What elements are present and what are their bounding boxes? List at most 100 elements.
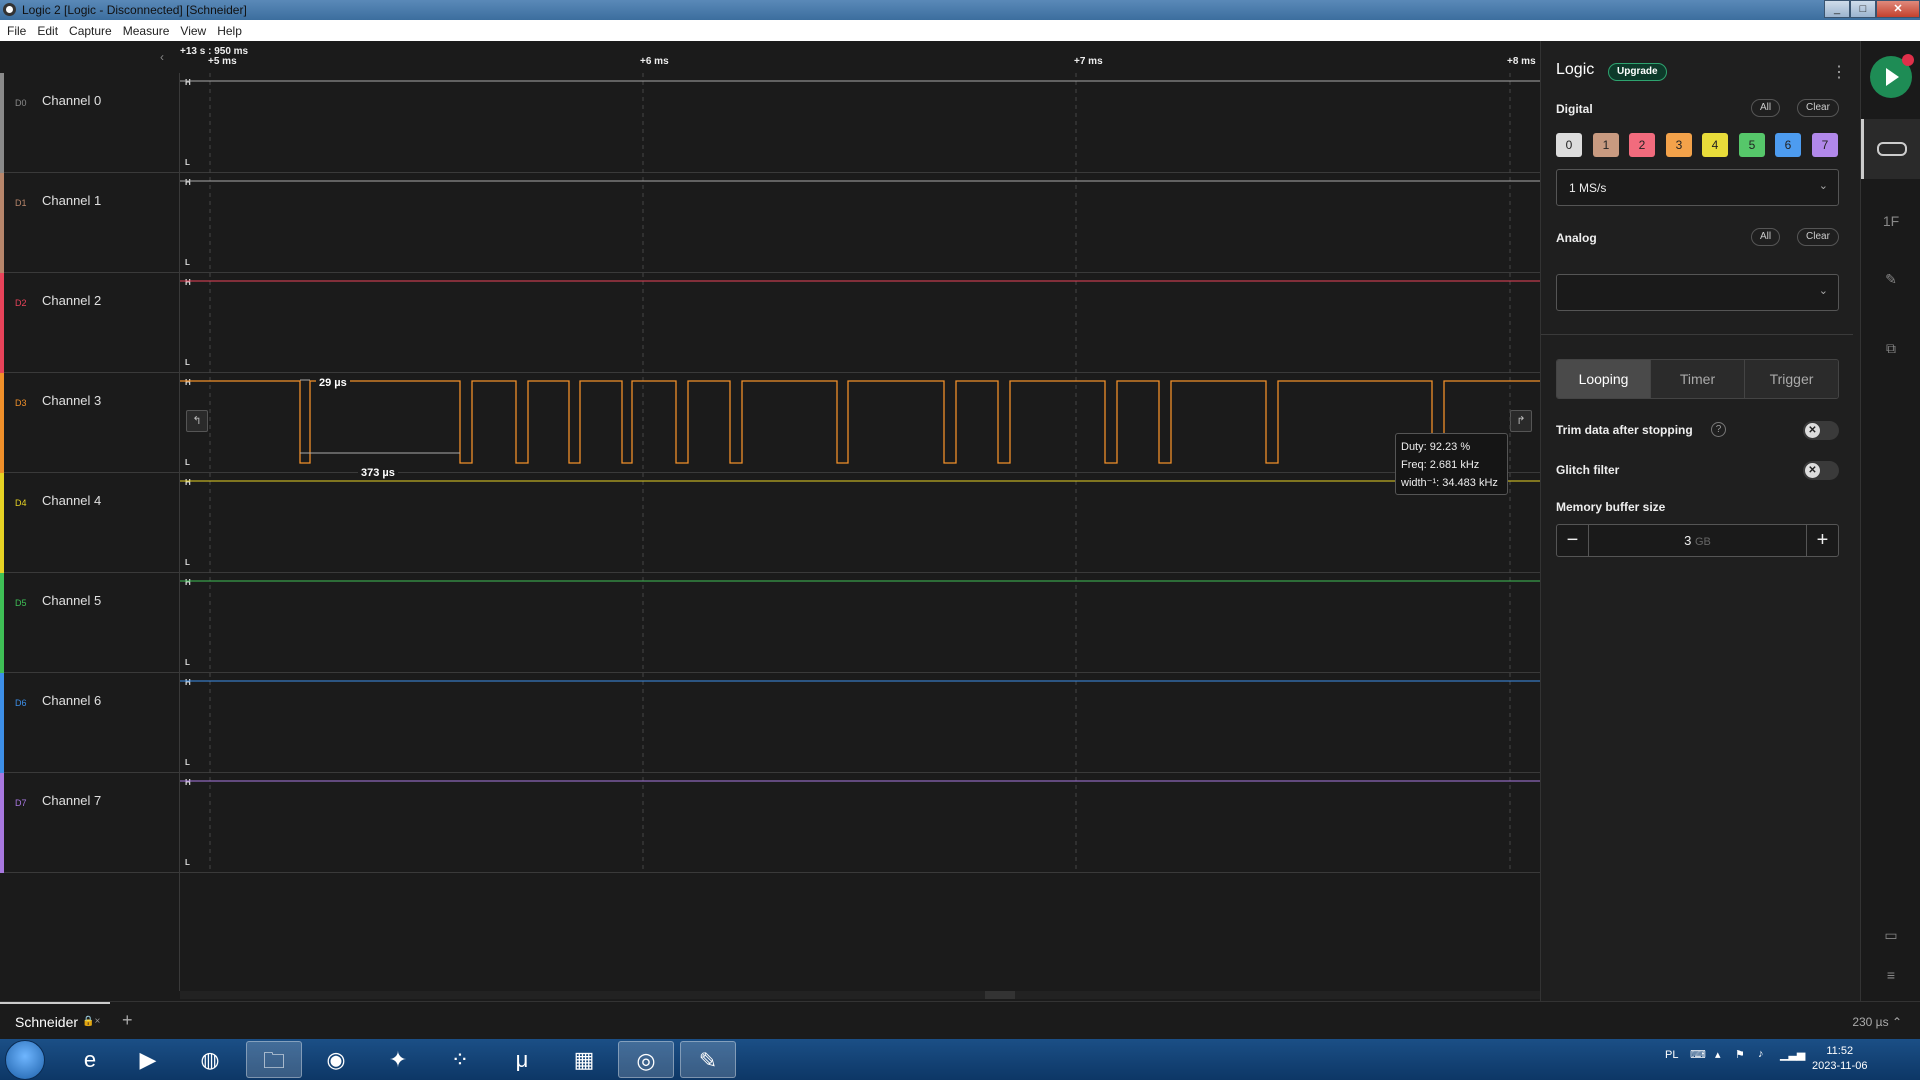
paint-icon[interactable]: ✎ (680, 1041, 736, 1078)
channel-id: D7 (15, 798, 27, 808)
tab-looping[interactable]: Looping (1557, 360, 1651, 398)
digital-channel-2[interactable]: 2 (1629, 133, 1655, 157)
zoom-level[interactable]: 230 µs ⌃ (1852, 1015, 1902, 1029)
waveform-area[interactable]: ‹ +13 s : 950 ms +5 ms +6 ms +7 ms +8 ms… (0, 41, 1540, 1001)
channel-name[interactable]: Channel 7 (42, 793, 101, 808)
trim-data-toggle[interactable]: ✕ (1803, 421, 1839, 440)
chevron-down-icon: ⌄ (1818, 285, 1828, 297)
network-icon[interactable]: ◍ (182, 1041, 238, 1078)
digital-channel-3[interactable]: 3 (1666, 133, 1692, 157)
digital-channel-4[interactable]: 4 (1702, 133, 1728, 157)
period-label: 373 µs (358, 467, 398, 479)
analog-sample-rate-select[interactable]: ⌄ (1556, 274, 1839, 311)
digital-sample-rate-select[interactable]: 1 MS/s ⌄ (1556, 169, 1839, 206)
channel-name[interactable]: Channel 2 (42, 293, 101, 308)
increase-buffer-button[interactable]: + (1806, 525, 1838, 556)
clock[interactable]: 11:52 2023-11-06 (1812, 1044, 1867, 1074)
horizontal-scrollbar[interactable] (180, 991, 1540, 999)
channel-color-bar (0, 73, 4, 173)
channel-color-bar (0, 173, 4, 273)
channel-name[interactable]: Channel 5 (42, 593, 101, 608)
session-tab-bar: Schneider 🔒× + 230 µs ⌃ (0, 1001, 1920, 1039)
memory-buffer-value[interactable]: 3 GB (1557, 533, 1838, 548)
menu-file[interactable]: File (7, 24, 26, 38)
dots-app-icon[interactable]: ⁘ (432, 1041, 488, 1078)
channel-color-bar (0, 473, 4, 573)
channel-name[interactable]: Channel 4 (42, 493, 101, 508)
ruler-icon[interactable]: ✎ (1879, 267, 1903, 291)
channel-label[interactable]: D4 Channel 4 (0, 473, 180, 573)
channel-label[interactable]: D1 Channel 1 (0, 173, 180, 273)
hamburger-icon[interactable]: ≡ (1879, 963, 1903, 987)
channel-id: D6 (15, 698, 27, 708)
media-player-icon[interactable]: ▶ (120, 1041, 176, 1078)
channel-label[interactable]: D2 Channel 2 (0, 273, 180, 373)
help-icon[interactable]: ? (1711, 422, 1726, 437)
tray-expand-icon[interactable]: ▴ (1715, 1048, 1721, 1061)
signal-icon[interactable]: ▁▃▅ (1780, 1048, 1805, 1061)
channel-label[interactable]: D5 Channel 5 (0, 573, 180, 673)
channel-label[interactable]: D7 Channel 7 (0, 773, 180, 873)
file-explorer-icon[interactable]: 🗀 (246, 1041, 302, 1078)
channel-label[interactable]: D0 Channel 0 (0, 73, 180, 173)
menu-bar: File Edit Capture Measure View Help (0, 20, 1920, 41)
channel-name[interactable]: Channel 6 (42, 693, 101, 708)
chat-icon[interactable]: ▭ (1879, 923, 1903, 947)
digital-channel-7[interactable]: 7 (1812, 133, 1838, 157)
analyzers-icon[interactable]: 1F (1879, 209, 1903, 233)
more-options-icon[interactable]: ⋮ (1831, 62, 1847, 82)
upgrade-button[interactable]: Upgrade (1608, 63, 1667, 81)
menu-measure[interactable]: Measure (123, 24, 170, 38)
digital-all-button[interactable]: All (1751, 99, 1781, 117)
language-indicator[interactable]: PL (1665, 1049, 1678, 1061)
channel-label[interactable]: D6 Channel 6 (0, 673, 180, 773)
channel-name[interactable]: Channel 3 (42, 393, 101, 408)
channel-color-bar (0, 773, 4, 873)
add-session-button[interactable]: + (122, 1010, 133, 1031)
digital-channel-1[interactable]: 1 (1593, 133, 1619, 157)
volume-icon[interactable]: ♪ (1758, 1048, 1764, 1060)
analog-all-button[interactable]: All (1751, 228, 1781, 246)
logic-taskbar-icon[interactable]: ◎ (618, 1041, 674, 1078)
digital-clear-button[interactable]: Clear (1797, 99, 1839, 117)
video-app-icon[interactable]: ▦ (556, 1041, 612, 1078)
channel-name[interactable]: Channel 1 (42, 193, 101, 208)
menu-edit[interactable]: Edit (37, 24, 58, 38)
play-icon (1886, 68, 1899, 86)
digital-channel-0[interactable]: 0 (1556, 133, 1582, 157)
chrome-icon[interactable]: ◉ (308, 1041, 364, 1078)
maximize-button[interactable]: □ (1850, 0, 1876, 18)
memory-buffer-stepper[interactable]: − 3 GB + (1556, 524, 1839, 557)
mu-editor-icon[interactable]: μ (494, 1041, 550, 1078)
flag-icon[interactable]: ⚑ (1735, 1048, 1745, 1061)
channel-name[interactable]: Channel 0 (42, 93, 101, 108)
device-settings-panel: Logic Upgrade ⋮ Digital All Clear 0 1 2 … (1540, 41, 1860, 1001)
glitch-filter-label: Glitch filter (1556, 463, 1620, 477)
device-settings-tab[interactable] (1861, 119, 1920, 179)
digital-channel-6[interactable]: 6 (1775, 133, 1801, 157)
close-button[interactable]: ✕ (1876, 0, 1920, 18)
sample-rate-value: 1 MS/s (1569, 181, 1607, 195)
tab-timer[interactable]: Timer (1651, 360, 1745, 398)
tab-trigger[interactable]: Trigger (1745, 360, 1838, 398)
internet-explorer-icon[interactable]: e (62, 1041, 118, 1078)
app-icon[interactable]: ✦ (370, 1041, 426, 1078)
collapse-labels-icon[interactable]: ‹ (160, 50, 164, 64)
glitch-filter-toggle[interactable]: ✕ (1803, 461, 1839, 480)
channel-label[interactable]: D3 Channel 3 (0, 373, 180, 473)
digital-channel-5[interactable]: 5 (1739, 133, 1765, 157)
timeline-ruler[interactable]: +13 s : 950 ms +5 ms +6 ms +7 ms +8 ms (180, 41, 1540, 73)
minimize-button[interactable]: _ (1824, 0, 1850, 18)
keyboard-icon[interactable]: ⌨ (1690, 1048, 1706, 1061)
lock-icon[interactable]: 🔒× (82, 1016, 100, 1027)
session-tab[interactable]: Schneider 🔒× (0, 1002, 110, 1039)
extensions-icon[interactable]: ⧉ (1879, 336, 1903, 360)
menu-help[interactable]: Help (217, 24, 242, 38)
start-capture-button[interactable] (1870, 54, 1914, 98)
analog-clear-button[interactable]: Clear (1797, 228, 1839, 246)
windows-taskbar: e ▶ ◍ 🗀 ◉ ✦ ⁘ μ ▦ ◎ ✎ PL ⌨ ▴ ⚑ ♪ ▁▃▅ 11:… (0, 1039, 1920, 1080)
menu-capture[interactable]: Capture (69, 24, 112, 38)
menu-view[interactable]: View (180, 24, 206, 38)
start-button[interactable] (5, 1040, 45, 1080)
scrollbar-thumb[interactable] (985, 991, 1015, 999)
